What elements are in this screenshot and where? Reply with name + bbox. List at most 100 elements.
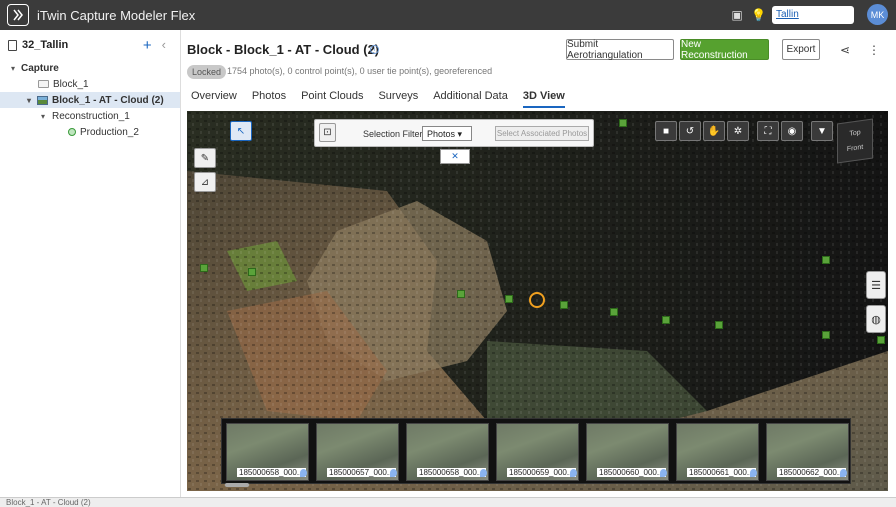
camera-marker[interactable] (662, 316, 670, 324)
tree-label-block: Block_1 (53, 78, 89, 90)
select-associated-photos-button[interactable]: Select Associated Photos (495, 126, 589, 141)
block-icon (38, 80, 49, 88)
photo-name: 185000657_000... (327, 468, 396, 477)
filter-mode-icon[interactable]: ⊡ (319, 123, 336, 142)
selection-filter-label: Selection Filter: (363, 129, 426, 139)
title-bar: iTwin Capture Modeler Flex ▣ 💡 Tallin MK (0, 0, 896, 30)
select-tool-button[interactable]: ↖ (230, 121, 252, 141)
main-panel: Block - Block_1 - AT - Cloud (2) i Locke… (181, 30, 896, 497)
camera-marker[interactable] (822, 331, 830, 339)
location-pin-icon (300, 469, 307, 477)
photo-name: 185000658_000... (417, 468, 486, 477)
project-search-input[interactable]: Tallin (772, 5, 854, 24)
user-avatar[interactable]: MK (867, 4, 888, 25)
status-text: Block_1 - AT - Cloud (2) (6, 498, 91, 507)
camera-icon[interactable]: ■ (655, 121, 677, 141)
collapse-sidebar-icon[interactable]: ‹ (162, 37, 166, 54)
info-icon[interactable]: i (370, 45, 379, 54)
camera-marker[interactable] (715, 321, 723, 329)
layers-icon[interactable]: ☰ (866, 271, 886, 299)
camera-marker[interactable] (248, 268, 256, 276)
camera-marker[interactable] (505, 295, 513, 303)
photo-thumbnail[interactable]: 185000662_000... (766, 423, 849, 481)
tree-label-production: Production_2 (80, 126, 139, 138)
photo-thumbnail[interactable]: 185000661_000... (676, 423, 759, 481)
tree-item-block[interactable]: Block_1 (0, 76, 180, 92)
photo-thumbnail[interactable]: 185000660_000... (586, 423, 669, 481)
location-pin-icon (570, 469, 577, 477)
selection-filter-bar: ⊡ Selection Filter: Photos ▾ Select Asso… (314, 119, 594, 147)
project-name: 32_Tallin (22, 39, 69, 51)
location-pin-icon (660, 469, 667, 477)
thumbnail-strip-scrollbar[interactable] (225, 483, 249, 487)
image-block-icon (37, 95, 48, 105)
title-bar-actions: ▣ 💡 Tallin MK (730, 4, 888, 25)
status-bar: Block_1 - AT - Cloud (2) (0, 497, 896, 507)
cube-front-label: Front (846, 143, 864, 154)
submit-aerotriangulation-button[interactable]: Submit Aerotriangulation (566, 39, 674, 61)
tab-point-clouds[interactable]: Point Clouds (301, 90, 363, 108)
selection-target-icon[interactable] (529, 292, 545, 308)
camera-marker[interactable] (457, 290, 465, 298)
navigation-cube[interactable]: Top Front (837, 118, 873, 164)
app-title: iTwin Capture Modeler Flex (37, 7, 196, 23)
profile-tool-button[interactable]: ⊿ (194, 172, 216, 192)
tree-label-capture: Capture (21, 62, 59, 74)
chevron-down-icon[interactable]: ▾ (8, 64, 18, 73)
camera-marker[interactable] (200, 264, 208, 272)
camera-marker[interactable] (822, 256, 830, 264)
app-window: iTwin Capture Modeler Flex ▣ 💡 Tallin MK… (0, 0, 896, 507)
production-icon (68, 128, 76, 136)
document-icon (8, 39, 17, 51)
camera-marker[interactable] (610, 308, 618, 316)
photo-thumbnail-strip: 185000658_000... 185000657_000... 185000… (221, 418, 851, 484)
pan-hand-icon[interactable]: ✋ (703, 121, 725, 141)
photo-thumbnail[interactable]: 185000658_000... (226, 423, 309, 481)
location-pin-icon (840, 469, 847, 477)
photo-name: 185000661_000... (687, 468, 756, 477)
photo-thumbnail[interactable]: 185000659_000... (496, 423, 579, 481)
pin-tool-icon[interactable]: ✕ (440, 149, 470, 164)
fit-view-icon[interactable]: ⛶ (757, 121, 779, 141)
photo-thumbnail[interactable]: 185000657_000... (316, 423, 399, 481)
add-icon[interactable]: + (143, 37, 152, 54)
camera-marker[interactable] (619, 119, 627, 127)
tree-item-reconstruction[interactable]: ▾ Reconstruction_1 (0, 108, 180, 124)
tree-item-production[interactable]: Production_2 (0, 124, 180, 140)
more-options-icon[interactable]: ⋮ (868, 43, 880, 57)
photo-name: 185000662_000... (777, 468, 846, 477)
photo-name: 185000659_000... (507, 468, 576, 477)
chevron-down-icon[interactable]: ▾ (38, 112, 48, 121)
tree-item-at-block[interactable]: ▾ Block_1 - AT - Cloud (2) (0, 92, 180, 108)
settings-icon[interactable]: ✲ (727, 121, 749, 141)
globe-icon[interactable]: ◍ (866, 305, 886, 333)
lightbulb-icon[interactable]: 💡 (751, 8, 766, 22)
filter-icon[interactable]: ▼ (811, 121, 833, 141)
sidebar-actions: + ‹ (143, 37, 166, 54)
tab-3d-view[interactable]: 3D View (522, 90, 565, 108)
camera-marker[interactable] (877, 336, 885, 344)
selection-filter-select[interactable]: Photos ▾ (422, 126, 472, 141)
tab-photos[interactable]: Photos (252, 90, 286, 108)
tab-additional-data[interactable]: Additional Data (433, 90, 508, 108)
visibility-eye-icon[interactable]: ◉ (781, 121, 803, 141)
photo-name: 185000658_000... (237, 468, 306, 477)
3d-viewport[interactable]: ↖ ✎ ⊿ ⊡ Selection Filter: Photos ▾ Selec… (187, 111, 888, 491)
location-pin-icon (390, 469, 397, 477)
tab-surveys[interactable]: Surveys (378, 90, 418, 108)
new-reconstruction-button[interactable]: New Reconstruction (680, 39, 769, 61)
status-badge: Locked (187, 65, 227, 79)
tab-overview[interactable]: Overview (191, 90, 237, 108)
photo-name: 185000660_000... (597, 468, 666, 477)
chevron-down-icon[interactable]: ▾ (24, 96, 34, 105)
share-icon[interactable]: ⋖ (840, 43, 850, 57)
export-button[interactable]: Export (782, 39, 820, 60)
tree-item-capture[interactable]: ▾ Capture (0, 60, 180, 76)
camera-marker[interactable] (560, 301, 568, 309)
measure-tool-button[interactable]: ✎ (194, 148, 216, 168)
app-logo-icon (7, 4, 29, 26)
block-summary: 1754 photo(s), 0 control point(s), 0 use… (227, 66, 493, 76)
calendar-icon[interactable]: ▣ (730, 8, 744, 22)
rotate-icon[interactable]: ↺ (679, 121, 701, 141)
photo-thumbnail[interactable]: 185000658_000... (406, 423, 489, 481)
